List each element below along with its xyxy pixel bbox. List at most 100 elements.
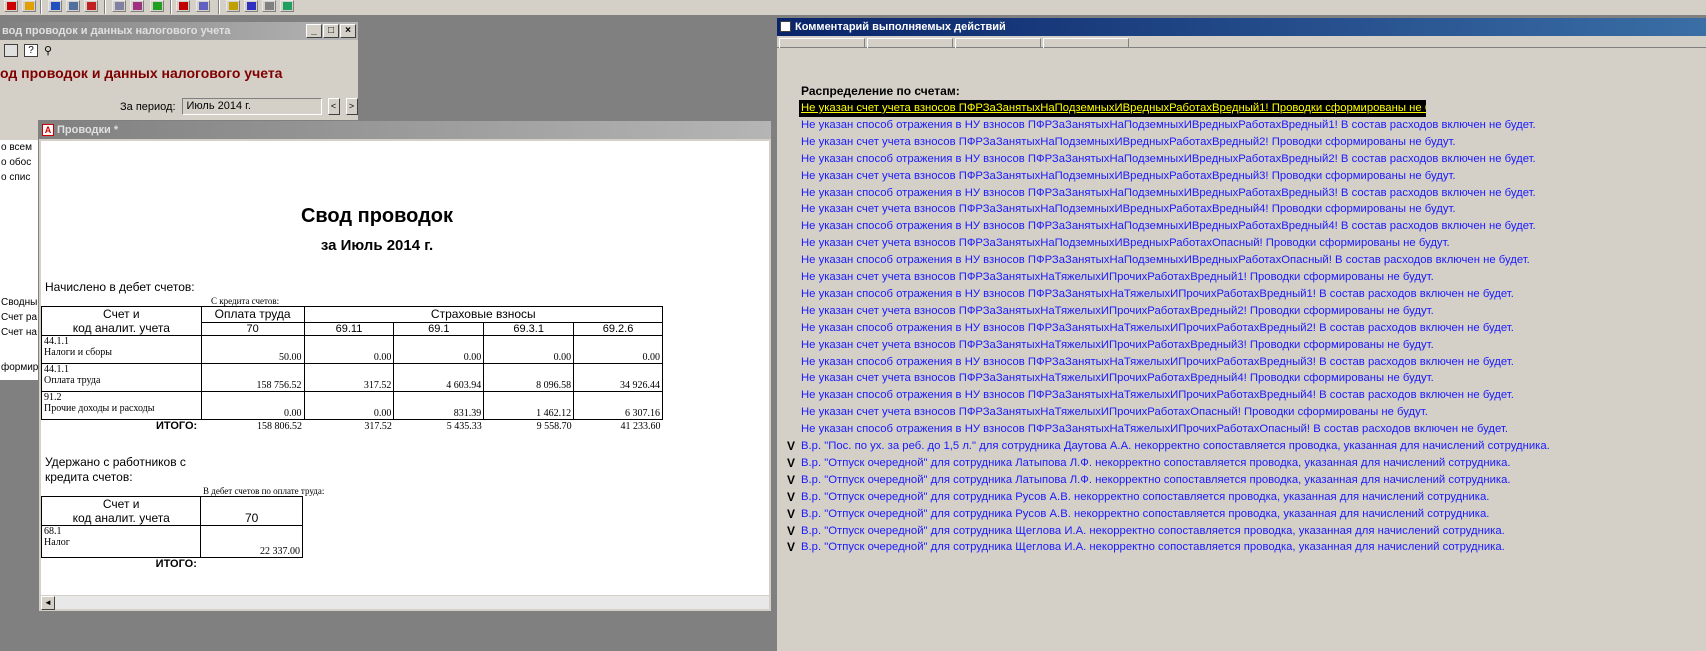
list-item[interactable]: Сводны [0, 295, 40, 310]
log-message[interactable]: Не указан счет учета взносов ПФРЗаЗаняты… [801, 404, 1428, 421]
log-message[interactable]: Не указан счет учета взносов ПФРЗаЗаняты… [801, 235, 1450, 252]
log-message[interactable]: Не указан счет учета взносов ПФРЗаЗаняты… [801, 168, 1456, 185]
tab[interactable] [779, 38, 865, 48]
comment-window: Комментарий выполняемых действий Распред… [775, 18, 1706, 651]
tree-icon[interactable] [150, 0, 164, 12]
tab[interactable] [867, 38, 953, 48]
log-message[interactable]: Не указан способ отражения в НУ взносов … [801, 218, 1536, 235]
table-icon[interactable] [48, 0, 62, 12]
report-icon[interactable] [84, 0, 98, 12]
provodki-titlebar: A Проводки * [39, 121, 771, 139]
log-message[interactable]: Не указан способ отражения в НУ взносов … [801, 421, 1508, 438]
provodki-window: A Проводки * Свод проводок за Июль 2014 … [38, 120, 772, 612]
window-controls: _ □ × [306, 24, 356, 38]
tab[interactable] [955, 38, 1041, 48]
log-message[interactable]: В.р. "Отпуск очередной" для сотрудника Л… [801, 455, 1511, 472]
print-icon[interactable] [262, 0, 276, 12]
accrual-table: Счет и код аналит. учета Оплата труда Стр… [41, 306, 664, 432]
period-field[interactable]: Июль 2014 г. [181, 98, 322, 115]
log-message[interactable]: В.р. "Отпуск очередной" для сотрудника Щ… [801, 539, 1505, 556]
log-message[interactable]: Не указан счет учета взносов ПФРЗаЗаняты… [801, 134, 1456, 151]
log-message[interactable]: Не указан счет учета взносов ПФРЗаЗаняты… [801, 303, 1434, 320]
log-message[interactable]: Не указан способ отражения в НУ взносов … [801, 320, 1514, 337]
table-row: 44.1.1 Налоги и сборы 50.00 0.00 0.00 0.0… [41, 335, 663, 364]
page-title: од проводок и данных налогового учета [0, 65, 283, 81]
copy-icon[interactable] [66, 0, 80, 12]
tab[interactable] [1043, 38, 1129, 48]
toolbar-separator [104, 0, 106, 14]
table-row: 91.2 Прочие доходы и расходы 0.00 0.00 83… [41, 391, 663, 420]
horizontal-scrollbar[interactable]: ◄ [41, 595, 769, 610]
settings-icon[interactable] [280, 0, 294, 12]
log-message[interactable]: Не указан способ отражения в НУ взносов … [801, 354, 1514, 371]
calc-icon[interactable] [112, 0, 126, 12]
chart-icon[interactable] [22, 0, 36, 12]
section-withheld-line1: Удержано с работников с [45, 455, 186, 469]
maximize-button[interactable]: □ [323, 24, 339, 38]
log-message[interactable]: Не указан способ отражения в НУ взносов … [801, 252, 1530, 269]
window-toolbar: ? ⚲ [0, 40, 358, 62]
edit-icon[interactable] [196, 0, 210, 12]
section-withheld-line2: кредита счетов: [45, 470, 133, 484]
doc-icon[interactable] [4, 0, 18, 12]
scroll-left-icon[interactable]: ◄ [41, 596, 55, 610]
list-item[interactable]: формиров [0, 360, 40, 375]
list-item[interactable]: о всем [0, 140, 40, 155]
log-message[interactable]: В.р. "Отпуск очередной" для сотрудника Л… [801, 472, 1511, 489]
credit-caption: С кредита счетов: [211, 296, 280, 306]
total-row: ИТОГО: [155, 558, 197, 570]
table-row: 44.1.1 Оплата труда 158 756.52 317.52 4 6… [41, 363, 663, 392]
log-message[interactable]: Не указан счет учета взносов ПФРЗаЗаняты… [801, 370, 1434, 387]
next-period-button[interactable]: > [345, 98, 358, 115]
log-message[interactable]: В.р. "Отпуск очередной" для сотрудника Щ… [801, 523, 1505, 540]
col-salary-header: Оплата труда [200, 306, 305, 323]
log-message[interactable]: Не указан способ отражения в НУ взносов … [801, 185, 1536, 202]
log-message[interactable]: Не указан способ отражения в НУ взносов … [801, 151, 1536, 168]
run-icon[interactable] [176, 0, 190, 12]
toolbar-separator [170, 0, 172, 14]
log-message[interactable]: Не указан счет учета взносов ПФРЗаЗаняты… [801, 201, 1456, 218]
col-insurance-header: Страховые взносы [303, 306, 664, 323]
window-title: вод проводок и данных налогового учета [2, 25, 231, 37]
report-document: Свод проводок за Июль 2014 г. Начислено … [41, 141, 769, 597]
list-item[interactable]: о обос [0, 155, 40, 170]
option-list: о всем о обос о спис Сводны Счет ра Счет… [0, 140, 40, 380]
log-message[interactable]: Не указан способ отражения в НУ взносов … [801, 387, 1514, 404]
log-message[interactable]: Не указан счет учета взносов ПФРЗаЗаняты… [801, 269, 1434, 286]
log-message-selected[interactable]: Не указан счет учета взносов ПФРЗаЗаняты… [799, 100, 1426, 117]
log-message[interactable]: В.р. "Пос. по ух. за реб. до 1,5 л." для… [801, 438, 1550, 455]
col-account-header: Счет и код аналит. учета [41, 496, 202, 526]
lamp-icon[interactable] [226, 0, 240, 12]
window-title: Проводки [57, 124, 111, 136]
book-icon[interactable] [130, 0, 144, 12]
check-mark: V [787, 506, 796, 521]
list-item[interactable]: Счет ра [0, 310, 40, 325]
debit-caption: В дебет счетов по оплате труда: [203, 486, 325, 496]
sub-col: 69.11 [303, 321, 395, 337]
list-item[interactable]: о спис [0, 170, 40, 185]
log-message[interactable]: В.р. "Отпуск очередной" для сотрудника Р… [801, 489, 1489, 506]
list-item[interactable]: Счет на [0, 325, 40, 340]
help-icon[interactable]: ? [24, 44, 38, 57]
table-row: 68.1 Налог 22 337.00 [41, 525, 303, 558]
toolbar-separator [218, 0, 220, 14]
window-icon [780, 21, 791, 32]
log-message[interactable]: В.р. "Отпуск очередной" для сотрудника Р… [801, 506, 1489, 523]
period-label: За период: [120, 100, 176, 113]
close-button[interactable]: × [340, 24, 356, 38]
log-message[interactable]: Не указан счет учета взносов ПФРЗаЗаняты… [801, 337, 1434, 354]
filter-icon[interactable]: ⚲ [44, 44, 58, 57]
prev-period-button[interactable]: < [327, 98, 340, 115]
tax-summary-titlebar: вод проводок и данных налогового учета _… [0, 22, 358, 40]
minimize-button[interactable]: _ [306, 24, 322, 38]
log-message[interactable]: Не указан способ отражения в НУ взносов … [801, 286, 1514, 303]
check-mark: V [787, 540, 796, 555]
toolbar-separator [40, 0, 42, 14]
sub-col: 69.1 [393, 321, 485, 337]
log-message[interactable]: Не указан способ отражения в НУ взносов … [801, 117, 1536, 134]
check-mark: V [787, 472, 796, 487]
help-icon[interactable] [244, 0, 258, 12]
check-mark: V [787, 489, 796, 504]
col-70-header: 70 [200, 496, 303, 526]
tree-icon[interactable] [4, 44, 18, 57]
